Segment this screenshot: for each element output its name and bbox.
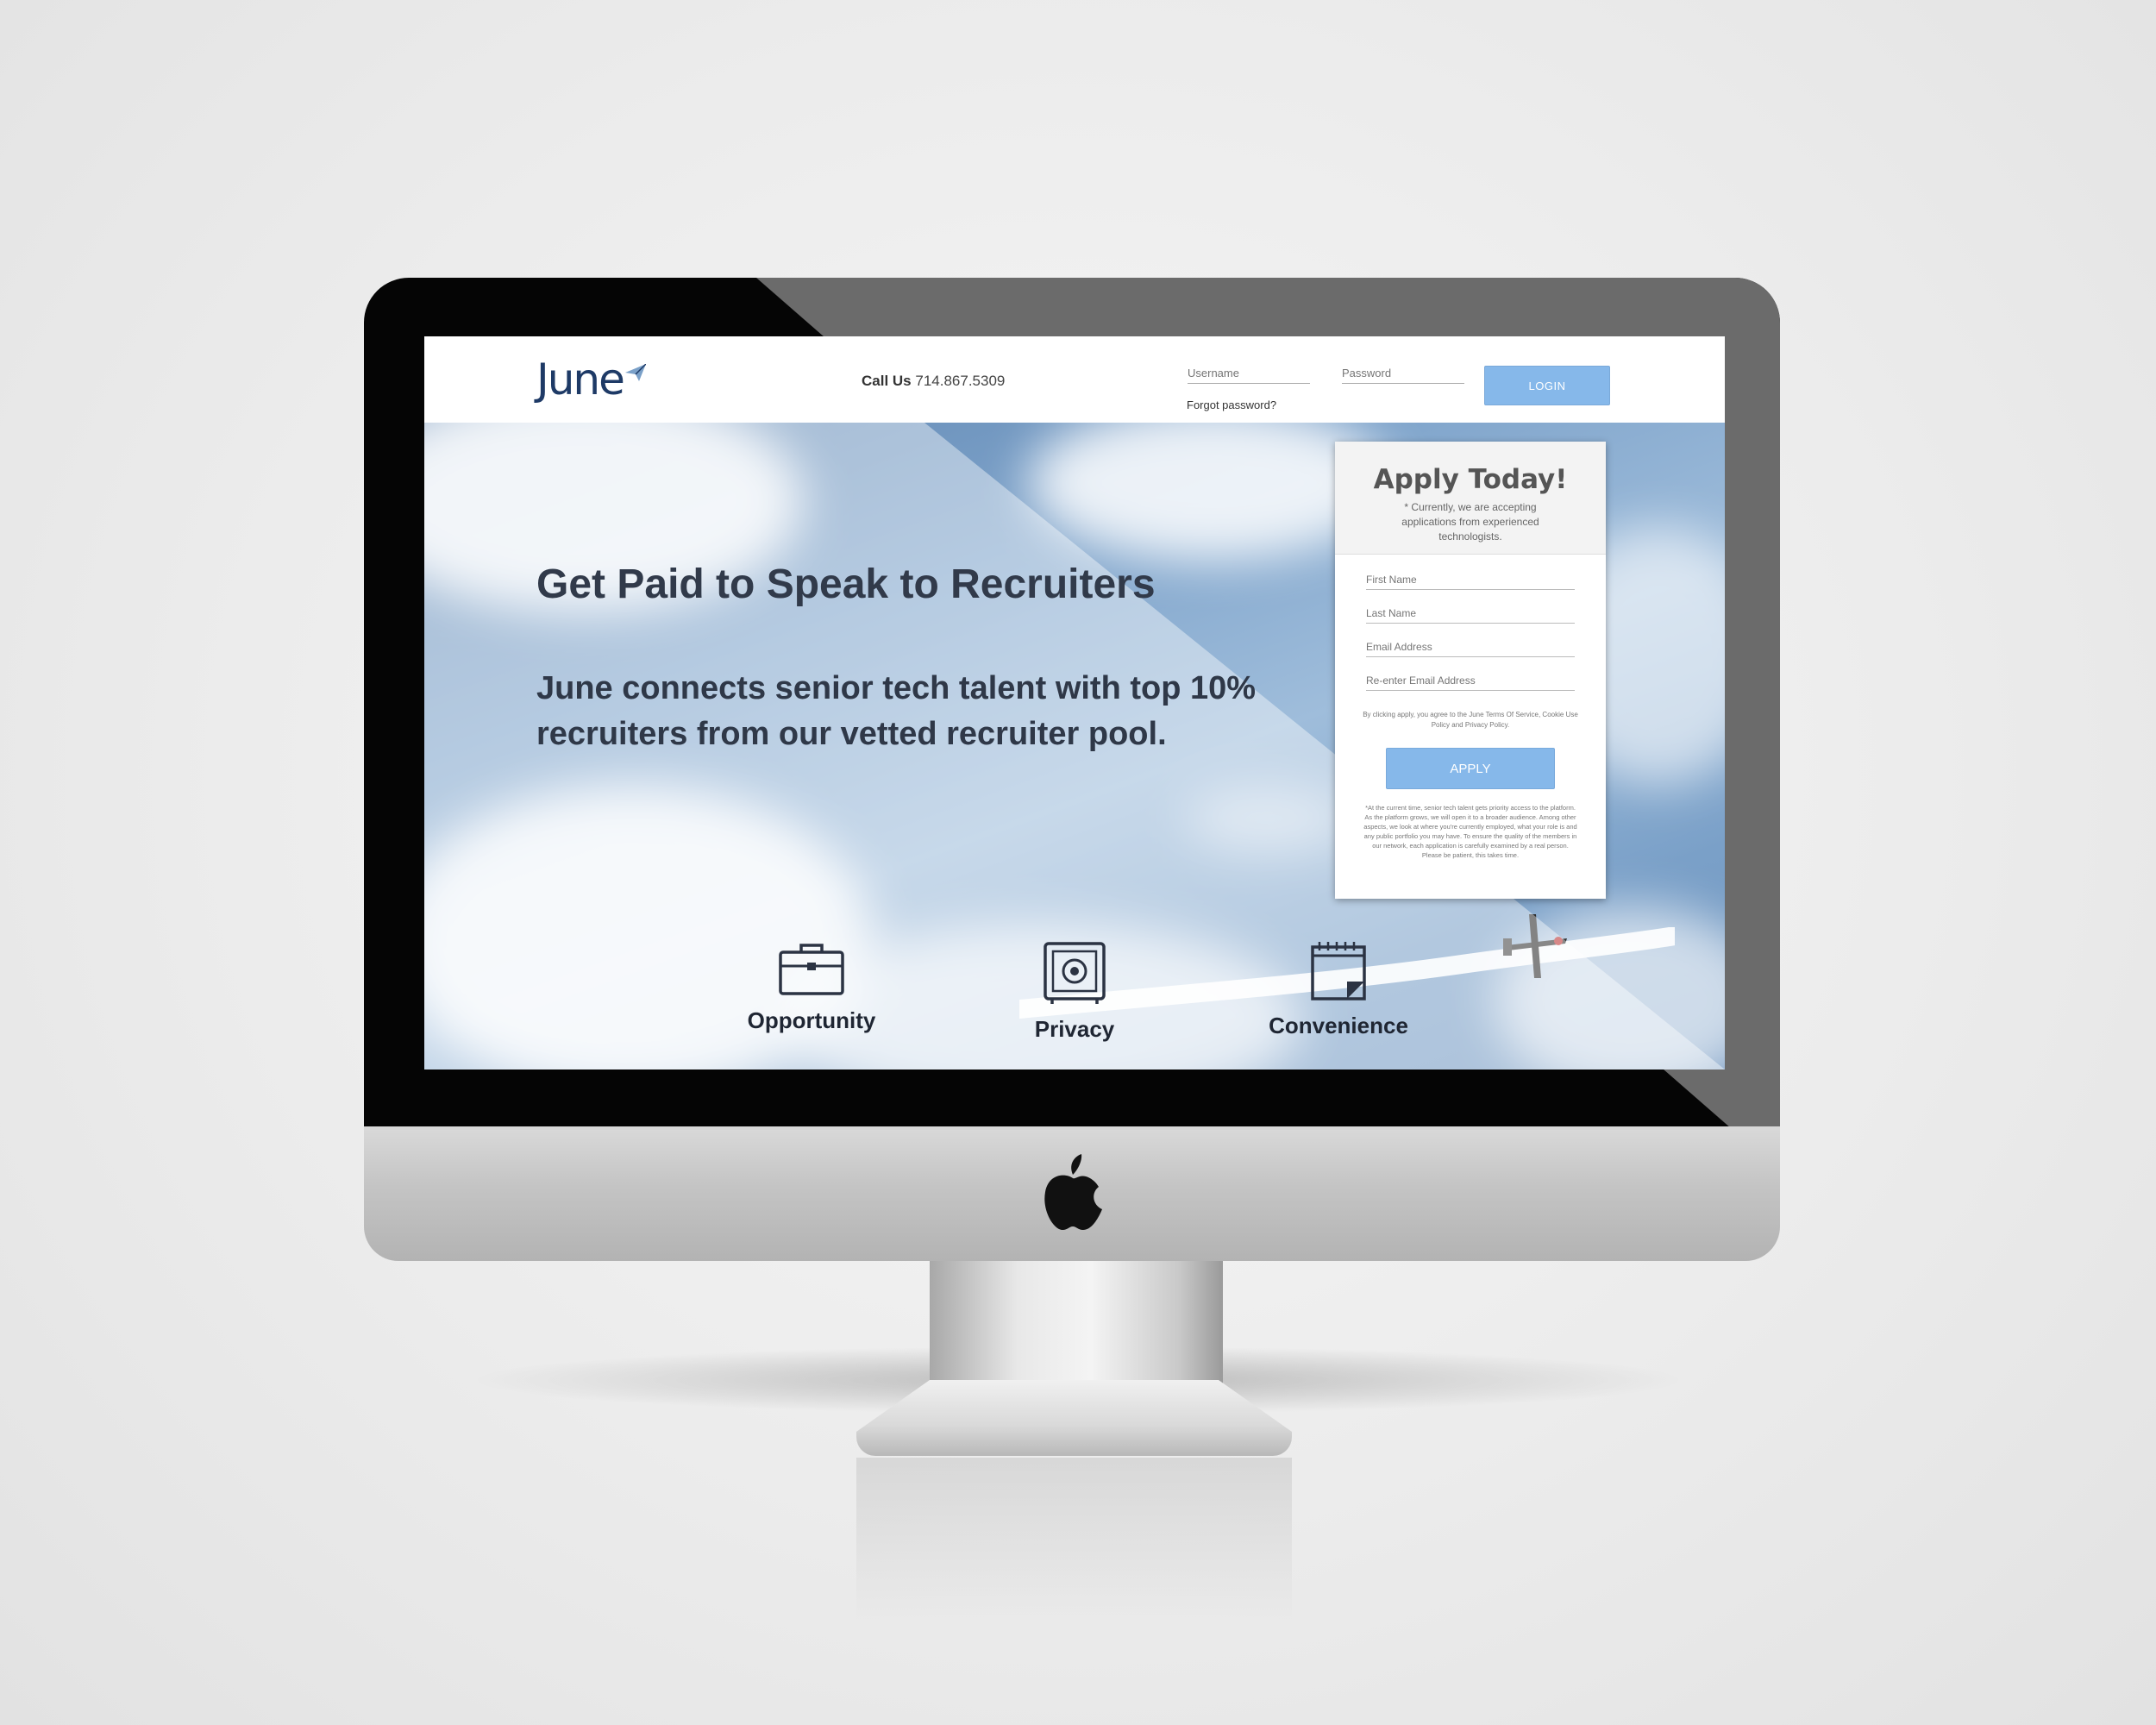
feature-label: Opportunity (747, 1007, 876, 1033)
imac-stand-foot (856, 1380, 1292, 1456)
terms-text: By clicking apply, you agree to the June… (1363, 711, 1578, 729)
briefcase-icon (779, 944, 844, 995)
site-header: June Call Us 714.867.5309 Forgot passwor… (424, 336, 1725, 423)
apply-card: Apply Today! * Currently, we are accepti… (1335, 442, 1606, 899)
email-input[interactable] (1366, 637, 1575, 657)
screen: June Call Us 714.867.5309 Forgot passwor… (424, 336, 1725, 1070)
hero-subtitle: June connects senior tech talent with to… (536, 670, 1257, 752)
feature-convenience: Convenience (1244, 940, 1433, 1039)
hero: Get Paid to Speak to Recruiters June con… (424, 423, 1725, 1070)
password-input[interactable] (1342, 362, 1464, 384)
logo-text: June (536, 354, 625, 405)
calendar-icon (1311, 942, 1366, 1000)
apply-note: * Currently, we are accepting applicatio… (1401, 501, 1539, 543)
apply-title: Apply Today! (1373, 464, 1568, 495)
safe-icon (1044, 942, 1106, 1004)
feature-opportunity: Opportunity (717, 940, 906, 1034)
username-input[interactable] (1188, 362, 1310, 384)
feature-label: Privacy (1034, 1016, 1115, 1042)
feature-label: Convenience (1269, 1013, 1408, 1038)
phone-number[interactable]: 714.867.5309 (915, 373, 1005, 389)
email-confirm-input[interactable] (1366, 671, 1575, 691)
hero-title: Get Paid to Speak to Recruiters (536, 561, 1156, 607)
forgot-password-link[interactable]: Forgot password? (1187, 398, 1276, 411)
apply-button[interactable]: APPLY (1386, 748, 1555, 789)
paper-plane-icon (624, 364, 646, 381)
apple-logo-icon (1044, 1154, 1102, 1230)
feature-privacy: Privacy (980, 940, 1169, 1043)
last-name-input[interactable] (1366, 604, 1575, 624)
stand-reflection (856, 1458, 1292, 1622)
apply-card-header: Apply Today! * Currently, we are accepti… (1335, 442, 1606, 555)
first-name-input[interactable] (1366, 570, 1575, 590)
call-us-label: Call Us (862, 373, 912, 389)
login-button[interactable]: LOGIN (1484, 366, 1610, 405)
call-us: Call Us 714.867.5309 (862, 373, 1005, 390)
apply-footnote: *At the current time, senior tech talent… (1363, 804, 1577, 859)
june-logo[interactable]: June (536, 355, 646, 404)
